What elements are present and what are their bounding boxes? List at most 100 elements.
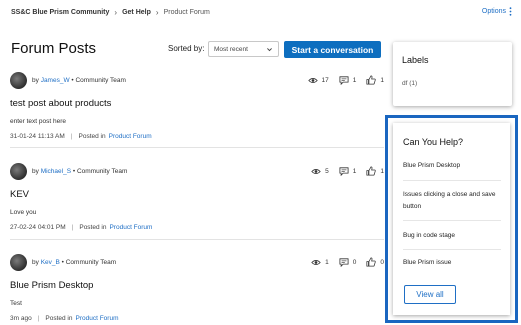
views-stat: 5 <box>311 168 329 175</box>
views-stat: 1 <box>311 259 329 266</box>
post-byline: by Kev_B • Community Team <box>32 259 116 266</box>
replies-count: 0 <box>352 258 357 266</box>
post-header: by James_W • Community Team 17 1 1 <box>10 71 384 89</box>
labels-title: Labels <box>402 55 429 65</box>
kebab-icon <box>509 7 512 16</box>
avatar[interactable] <box>10 162 27 180</box>
help-divider <box>403 180 501 181</box>
forum-link[interactable]: Product Forum <box>76 315 119 322</box>
post-date: 31-01-24 11:13 AM <box>10 133 65 140</box>
label-item[interactable]: df (1) <box>402 80 417 87</box>
breadcrumb-separator: › <box>114 8 118 17</box>
post-byline: by Michael_S • Community Team <box>32 168 127 175</box>
help-divider <box>403 220 501 221</box>
author-role: • Community Team <box>72 167 128 175</box>
post-meta: 31-01-24 11:13 AM | Posted in Product Fo… <box>10 133 384 140</box>
comment-icon <box>339 257 349 267</box>
comment-icon <box>339 166 349 176</box>
sort-label: Sorted by: <box>168 44 205 53</box>
likes-stat[interactable]: 1 <box>366 75 384 85</box>
replies-stat: 0 <box>339 257 357 267</box>
by-text: by <box>32 76 39 84</box>
avatar[interactable] <box>10 253 27 271</box>
sort-select[interactable]: Most recent <box>208 41 279 57</box>
by-text: by <box>32 258 39 266</box>
forum-link[interactable]: Product Forum <box>109 133 152 140</box>
view-all-button[interactable]: View all <box>404 285 456 304</box>
post-date: 3m ago <box>10 315 32 322</box>
forum-post: by Kev_B • Community Team 1 0 0 Blue Pri… <box>10 253 384 322</box>
post-title[interactable]: KEV <box>10 189 384 200</box>
post-divider <box>10 147 384 148</box>
chevron-down-icon <box>267 48 272 52</box>
replies-stat: 1 <box>339 166 357 176</box>
replies-stat: 1 <box>339 75 357 85</box>
thumbs-up-icon <box>366 257 377 267</box>
meta-divider: | <box>71 224 74 231</box>
post-meta: 3m ago | Posted in Product Forum <box>10 315 384 322</box>
comment-icon <box>339 75 349 85</box>
page-title: Forum Posts <box>11 40 97 57</box>
posted-in-label: Posted in <box>45 315 73 322</box>
author-link[interactable]: James_W <box>41 77 70 84</box>
thumbs-up-icon <box>366 166 377 176</box>
post-stats: 5 1 1 <box>301 166 384 176</box>
breadcrumb-community[interactable]: SS&C Blue Prism Community <box>11 9 109 16</box>
post-body: enter text post here <box>10 118 67 125</box>
help-item[interactable]: Issues clicking a close and save button <box>403 189 501 213</box>
post-header: by Michael_S • Community Team 5 1 1 <box>10 162 384 180</box>
post-stats: 17 1 1 <box>298 75 384 85</box>
posted-in-label: Posted in <box>78 133 106 140</box>
help-item[interactable]: Blue Prism Desktop <box>403 160 501 172</box>
views-stat: 17 <box>307 76 329 84</box>
forum-post: by Michael_S • Community Team 5 1 1 KEV … <box>10 162 384 231</box>
post-header: by Kev_B • Community Team 1 0 0 <box>10 253 384 271</box>
help-item[interactable]: Bug in code stage <box>403 230 501 242</box>
sort-value: Most recent <box>214 45 248 53</box>
likes-stat[interactable]: 1 <box>366 166 384 176</box>
help-title: Can You Help? <box>403 137 464 147</box>
forum-post: by James_W • Community Team 17 1 1 test … <box>10 71 384 140</box>
forum-link[interactable]: Product Forum <box>109 224 152 231</box>
author-link[interactable]: Michael_S <box>41 168 71 175</box>
author-role: • Community Team <box>71 76 126 84</box>
help-panel-highlight: Can You Help? Blue Prism Desktop Issues … <box>385 115 518 323</box>
meta-divider: | <box>37 315 40 322</box>
likes-count: 1 <box>380 76 384 84</box>
avatar[interactable] <box>10 71 27 89</box>
start-conversation-button[interactable]: Start a conversation <box>284 41 381 58</box>
by-text: by <box>32 167 39 175</box>
views-count: 5 <box>325 167 329 175</box>
thumbs-up-icon <box>366 75 377 85</box>
post-stats: 1 0 0 <box>301 257 384 267</box>
options-menu[interactable]: Options <box>482 7 512 16</box>
help-panel: Can You Help? Blue Prism Desktop Issues … <box>393 123 510 315</box>
post-title[interactable]: test post about products <box>10 98 384 109</box>
eye-icon <box>311 168 321 174</box>
replies-count: 1 <box>352 167 357 175</box>
help-divider <box>403 249 501 250</box>
post-byline: by James_W • Community Team <box>32 77 126 84</box>
post-title[interactable]: Blue Prism Desktop <box>10 280 384 291</box>
meta-divider: | <box>70 133 73 140</box>
post-date: 27-02-24 04:01 PM <box>10 224 66 231</box>
replies-count: 1 <box>352 76 357 84</box>
breadcrumb-product-forum: Product Forum <box>163 9 210 16</box>
likes-stat[interactable]: 0 <box>366 257 384 267</box>
post-body: Love you <box>10 209 37 216</box>
author-role: • Community Team <box>61 258 117 266</box>
likes-count: 0 <box>380 258 384 266</box>
labels-panel: Labels df (1) <box>393 42 512 106</box>
author-link[interactable]: Kev_B <box>41 259 60 266</box>
post-body: Test <box>10 300 22 307</box>
breadcrumb-get-help[interactable]: Get Help <box>122 9 151 16</box>
options-label: Options <box>481 8 506 15</box>
breadcrumb-separator: › <box>155 8 159 17</box>
views-count: 1 <box>325 258 329 266</box>
post-meta: 27-02-24 04:01 PM | Posted in Product Fo… <box>10 224 384 231</box>
help-item[interactable]: Blue Prism issue <box>403 257 501 269</box>
breadcrumb: SS&C Blue Prism Community › Get Help › P… <box>11 8 210 17</box>
posted-in-label: Posted in <box>79 224 107 231</box>
post-divider <box>10 239 384 240</box>
views-count: 17 <box>321 76 329 84</box>
